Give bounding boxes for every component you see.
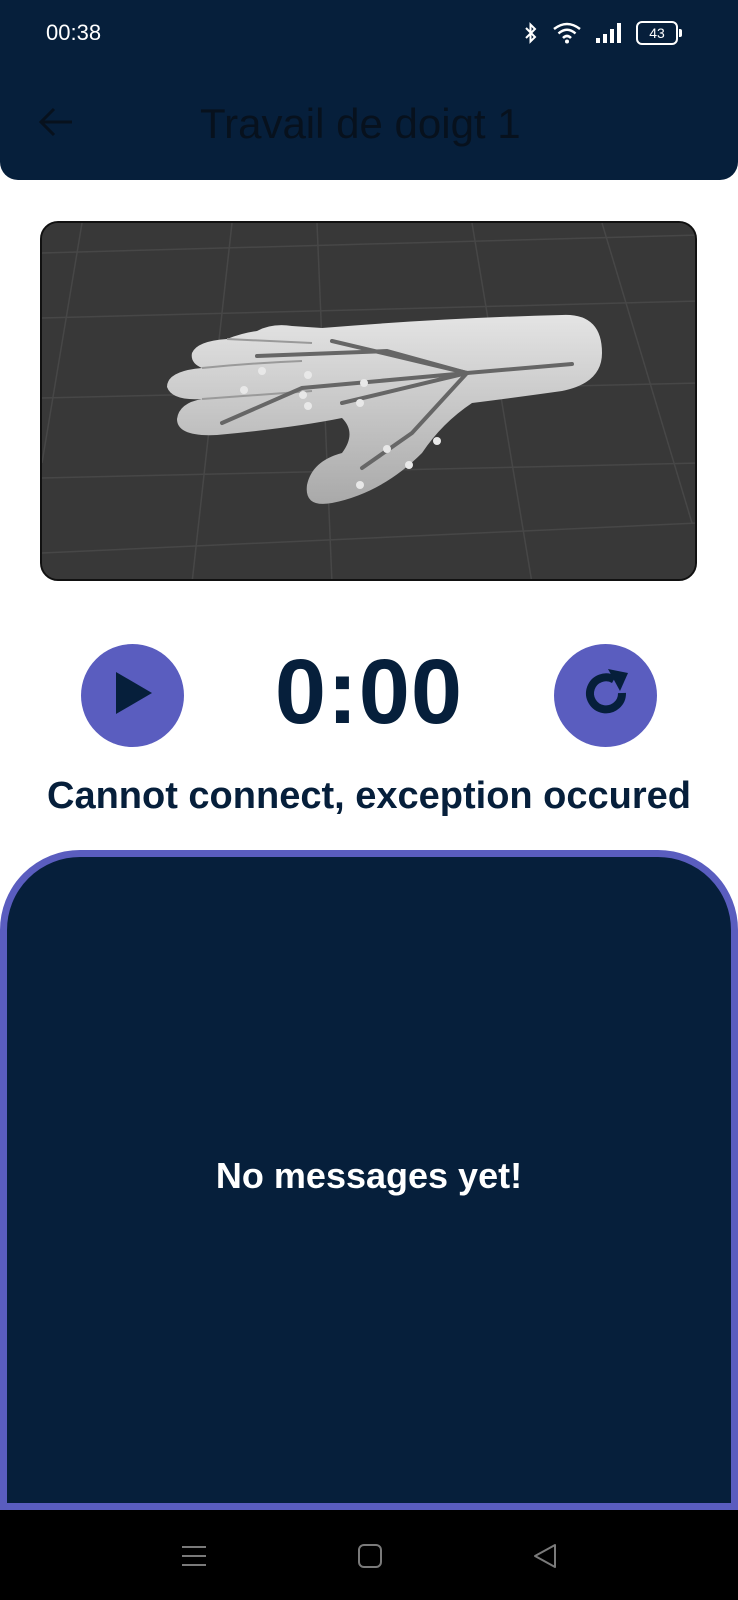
navigation-bar bbox=[0, 1510, 738, 1600]
status-icons: 43 bbox=[524, 20, 682, 46]
back-arrow-icon[interactable] bbox=[38, 106, 74, 143]
reset-button[interactable] bbox=[554, 644, 657, 747]
back-icon[interactable] bbox=[532, 1542, 558, 1575]
connection-status: Cannot connect, exception occured bbox=[47, 775, 691, 817]
hand-model-render bbox=[42, 223, 695, 579]
wifi-icon bbox=[552, 22, 582, 44]
battery-icon: 43 bbox=[636, 21, 682, 45]
status-time: 00:38 bbox=[46, 20, 102, 45]
hand-model-viewer[interactable] bbox=[40, 221, 697, 581]
bluetooth-icon bbox=[524, 22, 538, 44]
empty-messages-text: No messages yet! bbox=[215, 1155, 523, 1196]
play-icon bbox=[112, 670, 154, 721]
menu-icon[interactable] bbox=[180, 1544, 208, 1573]
signal-icon bbox=[596, 22, 622, 44]
home-icon[interactable] bbox=[357, 1543, 383, 1574]
timer: 0:00 bbox=[274, 641, 464, 743]
app-header: 00:38 43 Travail de doigt 1 bbox=[0, 0, 738, 180]
play-button[interactable] bbox=[81, 644, 184, 747]
refresh-icon bbox=[578, 665, 634, 726]
page-title: Travail de doigt 1 bbox=[200, 100, 521, 147]
